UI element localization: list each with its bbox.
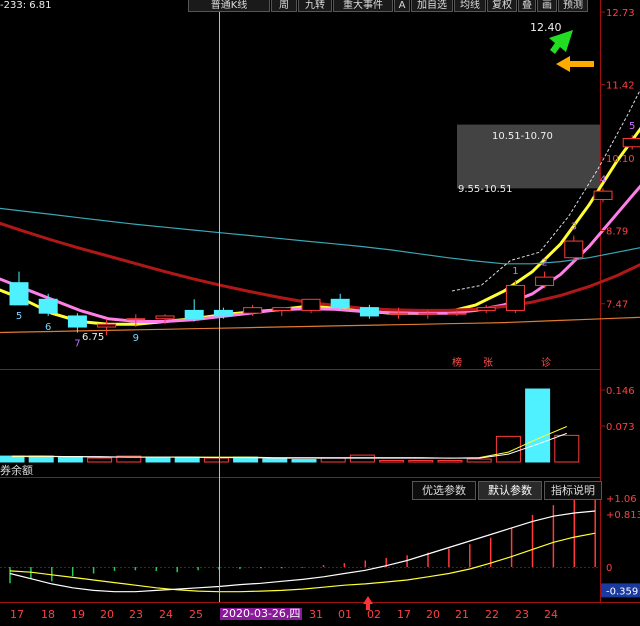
candle-body	[184, 309, 204, 320]
y-axis-label: 12.73	[606, 8, 635, 19]
toolbar-button[interactable]: 九转	[298, 0, 332, 12]
candle-body	[535, 276, 555, 286]
toolbar-button[interactable]: 重大事件	[333, 0, 393, 12]
indicator-axis-label: +1.06	[606, 494, 637, 505]
x-axis-label: 23	[129, 608, 143, 621]
low-price-label: 6.75	[82, 332, 105, 343]
candle-body	[9, 282, 29, 306]
count-label: 2	[541, 258, 547, 269]
tab-default-params[interactable]: 默认参数	[478, 481, 542, 500]
volume-bar	[466, 458, 492, 463]
y-axis-label: 11.42	[606, 81, 635, 92]
volume-bar	[495, 435, 521, 463]
high-price-label: 12.40	[530, 21, 562, 34]
marker-bang[interactable]: 榜	[452, 358, 462, 370]
volume-bar	[525, 388, 551, 463]
candle-body	[622, 137, 640, 148]
volume-bar	[320, 457, 346, 463]
gap-band-bottom-label: 9.55-10.51	[458, 184, 513, 195]
candle-body	[593, 190, 613, 200]
candle-body	[38, 298, 58, 314]
volume-bar	[174, 456, 200, 463]
x-axis-label: 24	[544, 608, 558, 621]
toolbar-button[interactable]: 复权	[487, 0, 517, 12]
candle-body	[359, 307, 379, 317]
x-axis-label: 24	[159, 608, 173, 621]
x-axis-label: 21	[455, 608, 469, 621]
volume-bar	[437, 460, 463, 463]
stock-chart-canvas[interactable]: 56791234567 12.7311.4210.108.797.470.146…	[0, 0, 640, 626]
price-readout: -233: 6.81	[0, 0, 52, 11]
y-axis-label: 10.10	[606, 154, 635, 165]
volume-bar	[87, 457, 113, 463]
candle-body	[272, 307, 292, 311]
x-axis-label: 25	[189, 608, 203, 621]
volume-axis-label: 0.073	[606, 422, 635, 433]
indicator-axis-label: -0.359	[606, 586, 638, 597]
x-axis-label: 20	[100, 608, 114, 621]
count-label: 5	[16, 311, 22, 322]
x-axis-label: 17	[10, 608, 24, 621]
candle-body	[155, 315, 175, 320]
candle-body	[389, 312, 409, 315]
candle-body	[330, 298, 350, 309]
toolbar-button[interactable]: 叠	[518, 0, 536, 12]
y-axis-label: 8.79	[606, 227, 628, 238]
volume-bar	[408, 460, 434, 463]
candle-body	[301, 298, 321, 311]
toolbar-button[interactable]: A	[394, 0, 410, 12]
candle-body	[67, 315, 87, 328]
volume-bar	[379, 460, 405, 463]
volume-bar	[291, 459, 317, 463]
x-axis-label: 22	[485, 608, 499, 621]
x-axis-label: 19	[71, 608, 85, 621]
x-axis-label: 20	[426, 608, 440, 621]
red-arrow-stem	[366, 603, 370, 610]
marker-zhang[interactable]: 张	[483, 358, 493, 370]
volume-bar	[145, 457, 171, 463]
count-label: 4	[600, 174, 606, 185]
x-axis-label: 18	[41, 608, 55, 621]
indicator-title: 券余额	[0, 464, 33, 477]
gap-band-top-label: 10.51-10.70	[492, 131, 553, 142]
toolbar-button[interactable]: 周	[271, 0, 297, 12]
volume-bar	[203, 457, 229, 463]
count-label: 9	[133, 333, 139, 344]
count-label: 1	[512, 266, 518, 277]
volume-bar	[57, 456, 83, 463]
indicator-axis-label: 0	[606, 563, 612, 574]
candle-body	[564, 240, 584, 259]
candle-body	[126, 318, 146, 321]
x-axis-label: 31	[309, 608, 323, 621]
indicator-axis-label: +0.813	[606, 510, 640, 521]
count-label: 7	[74, 339, 80, 350]
candle-body	[476, 307, 496, 311]
tab-optimized-params[interactable]: 优选参数	[412, 481, 476, 500]
crosshair-date: 2020-03-26,四	[220, 607, 303, 620]
candle-body	[418, 312, 438, 315]
count-label: 5	[629, 121, 635, 132]
toolbar-button[interactable]: 均线	[454, 0, 486, 12]
x-axis-label: 23	[515, 608, 529, 621]
toolbar-button[interactable]: 普通K线	[188, 0, 270, 12]
candle-body	[505, 284, 525, 311]
candle-body	[213, 309, 233, 317]
y-axis-label: 7.47	[606, 300, 628, 311]
toolbar-button[interactable]: 预测	[558, 0, 588, 12]
volume-bar	[262, 458, 288, 463]
volume-bar	[554, 434, 580, 463]
volume-axis-label: 0.146	[606, 386, 635, 397]
toolbar-button[interactable]: 画	[537, 0, 557, 12]
tab-indicator-help[interactable]: 指标说明	[544, 481, 602, 500]
candle-body	[97, 323, 117, 328]
count-label: 6	[45, 322, 51, 333]
x-axis-label: 17	[397, 608, 411, 621]
x-axis-label: 01	[338, 608, 352, 621]
marker-zhen[interactable]: 诊	[541, 358, 551, 370]
candle-body	[447, 312, 467, 315]
toolbar-button[interactable]: 加自选	[411, 0, 453, 12]
candle-body	[243, 307, 263, 314]
count-label: 3	[571, 222, 577, 233]
